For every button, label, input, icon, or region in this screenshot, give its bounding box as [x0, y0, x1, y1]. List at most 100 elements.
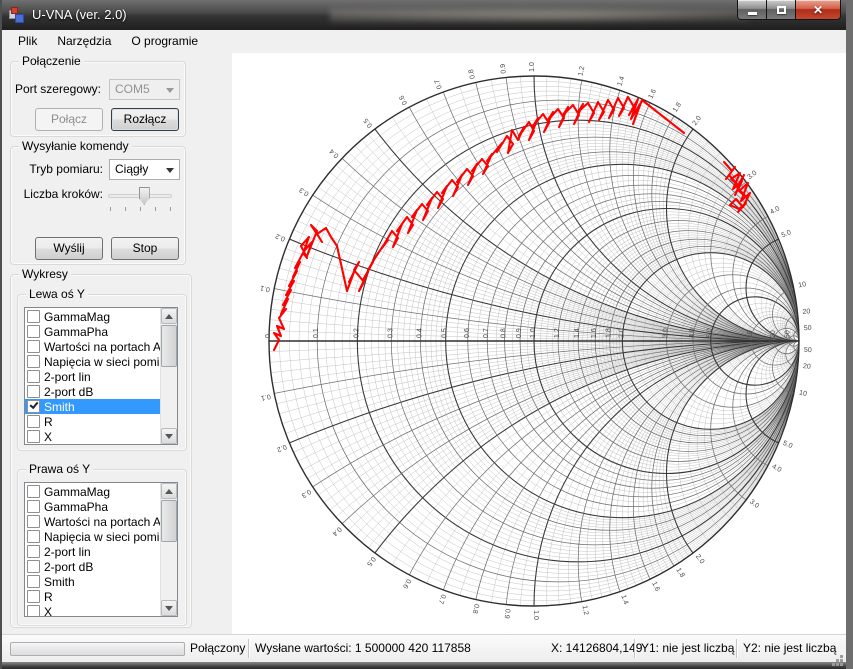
- list-item[interactable]: Napięcia w sieci pomiarow: [25, 529, 160, 544]
- svg-text:0.6: 0.6: [401, 578, 412, 590]
- checkbox-icon[interactable]: [27, 385, 40, 398]
- scroll-down-button[interactable]: [161, 600, 177, 616]
- list-item[interactable]: Smith: [25, 399, 160, 414]
- list-item[interactable]: Smith: [25, 574, 160, 589]
- svg-text:20: 20: [803, 363, 812, 371]
- svg-text:50: 50: [804, 325, 812, 332]
- checkbox-icon[interactable]: [27, 310, 40, 323]
- svg-text:4.0: 4.0: [771, 463, 783, 474]
- svg-text:1.6: 1.6: [591, 328, 598, 338]
- svg-text:0.1: 0.1: [313, 328, 320, 338]
- list-item-label: R: [44, 415, 53, 429]
- checkbox-icon[interactable]: [27, 355, 40, 368]
- list-item-label: GammaPha: [44, 325, 108, 339]
- list-item[interactable]: 2-port lin: [25, 544, 160, 559]
- svg-text:1.4: 1.4: [619, 594, 629, 606]
- menu-item-o-programie[interactable]: O programie: [121, 30, 208, 53]
- list-item-label: GammaMag: [44, 485, 110, 499]
- checkbox-icon[interactable]: [27, 530, 40, 543]
- serial-port-combobox[interactable]: COM5: [109, 79, 180, 100]
- scroll-up-button[interactable]: [161, 308, 177, 324]
- status-x-value: X: 14126804,149: [551, 635, 642, 662]
- checkbox-icon[interactable]: [27, 500, 40, 513]
- resize-grip[interactable]: [840, 655, 843, 658]
- send-button[interactable]: Wyślij: [35, 237, 103, 260]
- checkbox-icon[interactable]: [27, 400, 40, 413]
- checkbox-icon[interactable]: [27, 370, 40, 383]
- stop-button[interactable]: Stop: [111, 237, 179, 260]
- checkbox-icon[interactable]: [27, 560, 40, 573]
- status-separator: [736, 639, 737, 658]
- checkbox-icon[interactable]: [27, 325, 40, 338]
- checkbox-icon[interactable]: [27, 605, 40, 617]
- minimize-button[interactable]: [737, 0, 767, 20]
- svg-text:0.7: 0.7: [434, 78, 444, 90]
- checkbox-icon[interactable]: [27, 430, 40, 443]
- measure-mode-value: Ciągły: [115, 162, 148, 176]
- checkbox-icon[interactable]: [27, 485, 40, 498]
- svg-text:1.4: 1.4: [617, 75, 627, 87]
- scrollbar-thumb[interactable]: [161, 500, 177, 542]
- list-item[interactable]: X: [25, 604, 160, 617]
- scroll-up-button[interactable]: [161, 483, 177, 499]
- smith-chart-panel[interactable]: 00.10.20.30.40.50.60.70.80.91.01.21.41.6…: [232, 53, 846, 634]
- svg-text:4.0: 4.0: [769, 205, 781, 216]
- app-icon: [9, 7, 25, 23]
- titlebar[interactable]: U-VNA (ver. 2.0) ✕: [0, 0, 853, 30]
- left-axis-checkedlistbox[interactable]: GammaMagGammaPhaWartości na portach ADCN…: [24, 307, 178, 445]
- measure-mode-combobox[interactable]: Ciągły: [109, 159, 180, 180]
- disconnect-button[interactable]: Rozłącz: [111, 108, 179, 131]
- svg-text:2.0: 2.0: [618, 328, 625, 338]
- maximize-button[interactable]: [767, 0, 795, 20]
- svg-text:10: 10: [747, 330, 754, 338]
- connect-button[interactable]: Połącz: [35, 108, 103, 131]
- checkbox-icon[interactable]: [27, 415, 40, 428]
- checkbox-icon[interactable]: [27, 515, 40, 528]
- scrollbar-thumb[interactable]: [161, 325, 177, 367]
- step-count-label: Liczba kroków:: [13, 187, 103, 201]
- svg-text:3.0: 3.0: [746, 170, 758, 182]
- status-separator: [634, 639, 635, 658]
- list-item[interactable]: R: [25, 589, 160, 604]
- chevron-down-icon: [166, 88, 174, 93]
- list-item[interactable]: GammaMag: [25, 484, 160, 499]
- list-item[interactable]: Napięcia w sieci pomiarow: [25, 354, 160, 369]
- status-y1-value: Y1: nie jest liczbą: [641, 635, 734, 662]
- vertical-scrollbar[interactable]: [160, 308, 177, 444]
- list-item-label: Wartości na portach ADC: [44, 340, 160, 354]
- list-item[interactable]: R: [25, 414, 160, 429]
- slider-thumb[interactable]: [139, 187, 150, 205]
- list-item[interactable]: Wartości na portach ADC: [25, 514, 160, 529]
- checkbox-icon[interactable]: [27, 545, 40, 558]
- menu-item-plik[interactable]: Plik: [8, 30, 47, 53]
- checkbox-icon[interactable]: [27, 590, 40, 603]
- svg-text:0.2: 0.2: [353, 328, 360, 338]
- checkbox-icon[interactable]: [27, 575, 40, 588]
- list-item[interactable]: Wartości na portach ADC: [25, 339, 160, 354]
- svg-text:1.6: 1.6: [647, 88, 658, 100]
- left-axis-label: Lewa oś Y: [26, 287, 88, 301]
- right-axis-checkedlistbox[interactable]: GammaMagGammaPhaWartości na portach ADCN…: [24, 482, 178, 617]
- list-item-label: X: [44, 430, 52, 444]
- list-item-label: Smith: [44, 400, 75, 414]
- list-item[interactable]: X: [25, 429, 160, 444]
- close-button[interactable]: ✕: [795, 0, 841, 20]
- svg-text:0.3: 0.3: [300, 487, 312, 498]
- list-item[interactable]: 2-port dB: [25, 559, 160, 574]
- list-item[interactable]: GammaPha: [25, 499, 160, 514]
- vertical-scrollbar[interactable]: [160, 483, 177, 616]
- svg-text:1.4: 1.4: [574, 328, 581, 338]
- svg-text:0.3: 0.3: [298, 186, 310, 197]
- chevron-down-icon: [166, 168, 174, 173]
- menu-item-narzędzia[interactable]: Narzędzia: [47, 30, 121, 53]
- scroll-down-button[interactable]: [161, 428, 177, 444]
- slider-tick: [155, 207, 156, 211]
- checkbox-icon[interactable]: [27, 340, 40, 353]
- list-item[interactable]: 2-port lin: [25, 369, 160, 384]
- svg-text:3.0: 3.0: [663, 328, 670, 338]
- command-groupbox: Wysyłanie komendy Tryb pomiaru: Ciągły L…: [10, 146, 186, 265]
- list-item[interactable]: 2-port dB: [25, 384, 160, 399]
- svg-text:0.2: 0.2: [275, 232, 287, 242]
- list-item[interactable]: GammaPha: [25, 324, 160, 339]
- list-item[interactable]: GammaMag: [25, 309, 160, 324]
